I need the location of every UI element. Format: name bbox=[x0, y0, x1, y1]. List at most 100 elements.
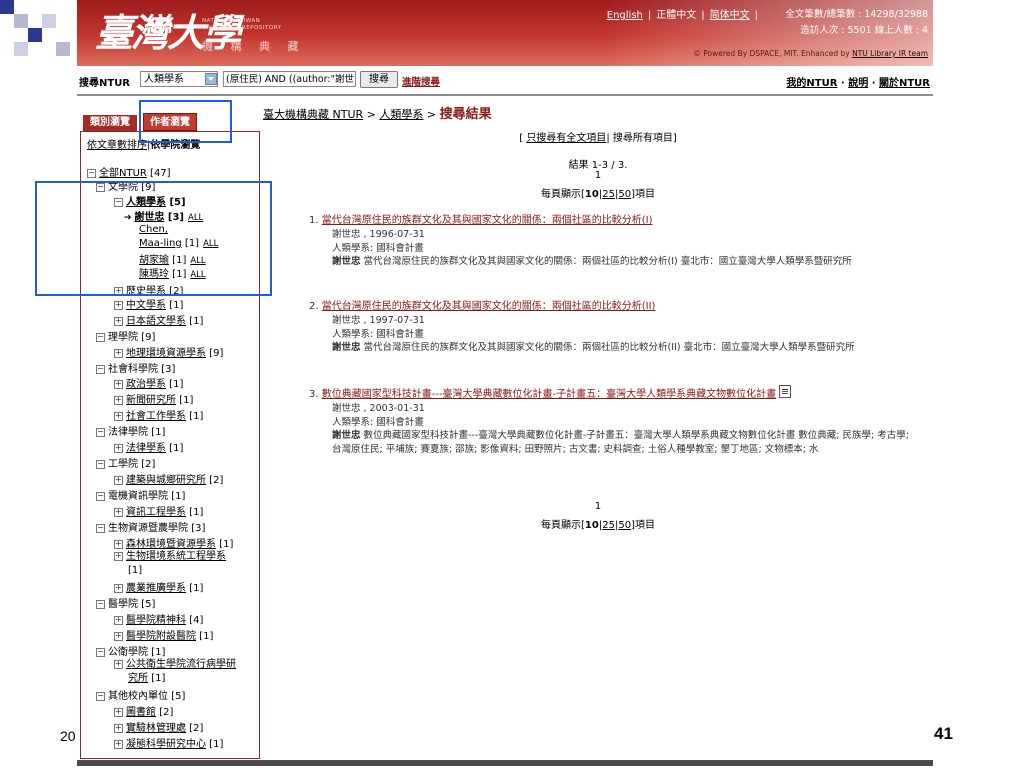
tree-node-label[interactable]: 電機資訊學院 bbox=[108, 491, 168, 502]
expand-icon[interactable]: + bbox=[114, 724, 123, 733]
library-team-link[interactable]: NTU Library IR team bbox=[852, 49, 928, 58]
lang-traditional-link[interactable]: 正體中文 bbox=[656, 10, 696, 21]
tree-node-label[interactable]: 圖書館 bbox=[126, 707, 156, 718]
result-source: 人類學系: 國科會計畫 bbox=[332, 328, 424, 340]
tree-node-label[interactable]: 地理環境資源學系 bbox=[126, 348, 206, 359]
tree-node-label[interactable]: 凝態科學研究中心 bbox=[126, 739, 206, 750]
collapse-icon[interactable]: − bbox=[96, 428, 105, 437]
expand-icon[interactable]: + bbox=[114, 616, 123, 625]
expand-icon[interactable]: + bbox=[114, 396, 123, 405]
tree-node-label[interactable]: 醫學院精神科 bbox=[126, 615, 186, 626]
tree-node-label[interactable]: 建築與城鄉研究所 bbox=[126, 475, 206, 486]
collapse-icon[interactable]: − bbox=[96, 648, 105, 657]
collapse-icon[interactable]: − bbox=[96, 365, 105, 374]
collapse-icon[interactable]: − bbox=[96, 333, 105, 342]
tree-node: + 農業推廣學系 [1] bbox=[114, 579, 203, 594]
slide-footer-year: 20 bbox=[60, 728, 76, 744]
tree-node-label[interactable]: 中文學系 bbox=[126, 300, 166, 311]
tree-node-count: [1] bbox=[148, 647, 166, 658]
result-title-link[interactable]: 當代台灣原住民的族群文化及其與國家文化的關係：兩個社區的比較分析(II) bbox=[322, 301, 656, 312]
fulltext-document-icon[interactable] bbox=[779, 385, 792, 398]
lang-simplified-link[interactable]: 简体中文 bbox=[710, 10, 750, 21]
results-count: 結果 1-3 / 3. bbox=[568, 160, 628, 171]
tree-node-label[interactable]: 其他校內單位 bbox=[108, 691, 168, 702]
breadcrumb-dept[interactable]: 人類學系 bbox=[379, 108, 423, 121]
expand-icon[interactable]: + bbox=[114, 660, 123, 669]
tree-node-label[interactable]: 實驗林管理處 bbox=[126, 723, 186, 734]
expand-icon[interactable]: + bbox=[114, 412, 123, 421]
tree-node-label[interactable]: 醫學院 bbox=[108, 599, 138, 610]
tree-node-label[interactable]: 工學院 bbox=[108, 459, 138, 470]
result-title-link[interactable]: 當代台灣原住民的族群文化及其與國家文化的關係：兩個社區的比較分析(I) bbox=[322, 215, 653, 226]
breadcrumb-home[interactable]: 臺大機構典藏 NTUR bbox=[263, 108, 363, 121]
tree-node-label[interactable]: 生物環境系統工程學系 bbox=[126, 551, 226, 562]
collapse-icon[interactable]: − bbox=[96, 460, 105, 469]
my-ntur-link[interactable]: 我的NTUR bbox=[786, 78, 837, 89]
expand-icon[interactable]: + bbox=[114, 740, 123, 749]
collapse-icon[interactable]: − bbox=[96, 600, 105, 609]
tree-node: + 新聞研究所 [1] bbox=[114, 391, 193, 406]
expand-icon[interactable]: + bbox=[114, 301, 123, 310]
tree-node-label[interactable]: 公衛學院 bbox=[108, 647, 148, 658]
expand-icon[interactable]: + bbox=[114, 508, 123, 517]
lang-english-link[interactable]: English bbox=[607, 10, 643, 21]
expand-icon[interactable]: + bbox=[114, 540, 123, 549]
expand-icon[interactable]: + bbox=[114, 380, 123, 389]
expand-icon[interactable]: + bbox=[114, 632, 123, 641]
chevron-down-icon[interactable] bbox=[205, 73, 217, 85]
tree-node-label[interactable]: 社會科學院 bbox=[108, 364, 158, 375]
per-page-50[interactable]: 50 bbox=[618, 189, 631, 200]
tree-node-label[interactable]: 資訊工程學系 bbox=[126, 507, 186, 518]
tab-category-browse[interactable]: 類別瀏覽 bbox=[83, 115, 137, 131]
slide-decoration bbox=[14, 42, 28, 56]
expand-icon[interactable]: + bbox=[114, 552, 123, 561]
result-title-link[interactable]: 數位典藏國家型科技計畫---臺灣大學典藏數位化計畫-子計畫五：臺灣大學人類學系典… bbox=[322, 389, 776, 400]
tree-node-label[interactable]: 日本語文學系 bbox=[126, 316, 186, 327]
per-page-25[interactable]: 25 bbox=[602, 520, 615, 531]
expand-icon[interactable]: + bbox=[114, 708, 123, 717]
per-page-50[interactable]: 50 bbox=[618, 520, 631, 531]
site-header: 臺灣大學 NATIONAL TAIWAN UNIVERSITY REPOSITO… bbox=[77, 0, 933, 66]
expand-icon[interactable]: + bbox=[114, 349, 123, 358]
tree-node-label[interactable]: 公共衛生學院流行病學研 bbox=[126, 659, 236, 670]
tree-node-label[interactable]: 政治學系 bbox=[126, 379, 166, 390]
tree-node-count: [2] bbox=[138, 459, 156, 470]
tree-node-label[interactable]: 農業推廣學系 bbox=[126, 583, 186, 594]
tree-node: + 資訊工程學系 [1] bbox=[114, 503, 203, 518]
result-abstract: 謝世忠 當代台灣原住民的族群文化及其與國家文化的關係：兩個社區的比較分析(I) … bbox=[332, 256, 852, 267]
per-page-25[interactable]: 25 bbox=[602, 189, 615, 200]
tree-node-label[interactable]: 法律學院 bbox=[108, 427, 148, 438]
search-button[interactable]: 搜尋 bbox=[360, 71, 398, 88]
tree-node-label[interactable]: 法律學系 bbox=[126, 443, 166, 454]
expand-icon[interactable]: + bbox=[114, 444, 123, 453]
tree-node-label[interactable]: 究所 bbox=[128, 673, 148, 684]
expand-icon[interactable]: + bbox=[114, 476, 123, 485]
tree-node-label[interactable]: 森林環境暨資源學系 bbox=[126, 539, 216, 550]
collapse-icon[interactable]: − bbox=[87, 169, 96, 178]
tree-node-count: [1] bbox=[186, 316, 204, 327]
tree-node-count: [1] bbox=[206, 739, 224, 750]
tree-node: − 公衛學院 [1] bbox=[96, 643, 165, 658]
tree-node: + 社會工作學系 [1] bbox=[114, 407, 203, 422]
expand-icon[interactable]: + bbox=[114, 317, 123, 326]
tree-node-label[interactable]: 生物資源暨農學院 bbox=[108, 523, 188, 534]
sort-by-count-link[interactable]: 依文章數排序 bbox=[87, 140, 147, 151]
collapse-icon[interactable]: − bbox=[96, 692, 105, 701]
result-title-row: 1. 當代台灣原住民的族群文化及其與國家文化的關係：兩個社區的比較分析(I) bbox=[309, 215, 653, 226]
tree-node-label[interactable]: 醫學院附設醫院 bbox=[126, 631, 196, 642]
about-link[interactable]: 關於NTUR bbox=[879, 78, 930, 89]
advanced-search-link[interactable]: 進階搜尋 bbox=[402, 74, 440, 88]
expand-icon[interactable]: + bbox=[114, 584, 123, 593]
slide-page-number: 41 bbox=[934, 724, 953, 743]
tree-node-label[interactable]: 社會工作學系 bbox=[126, 411, 186, 422]
fulltext-stats: 全文筆數/總筆數 : 14298/32988 bbox=[785, 9, 928, 20]
help-link[interactable]: 說明 bbox=[848, 78, 868, 89]
tree-node: + 圖書館 [2] bbox=[114, 703, 173, 718]
tree-node-label[interactable]: 新聞研究所 bbox=[126, 395, 176, 406]
tree-node-label[interactable]: 理學院 bbox=[108, 332, 138, 343]
collapse-icon[interactable]: − bbox=[96, 492, 105, 501]
only-fulltext-link[interactable]: 只搜尋有全文項目 bbox=[526, 133, 606, 144]
collapse-icon[interactable]: − bbox=[96, 524, 105, 533]
tree-node-count: [1] bbox=[128, 565, 143, 576]
search-input[interactable]: (原住民) AND ((author:"謝世 bbox=[223, 71, 356, 87]
